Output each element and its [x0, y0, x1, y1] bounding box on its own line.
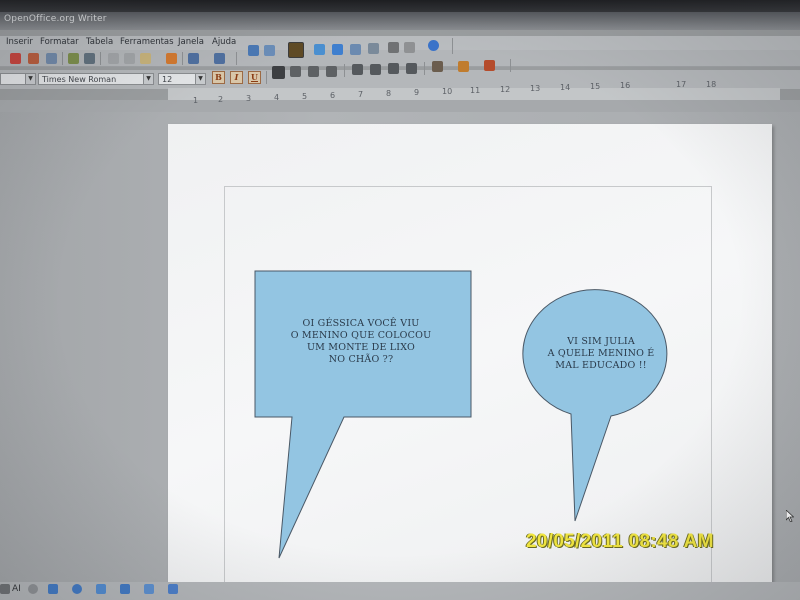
- balloon-line: UM MONTE DE LIXO: [306, 342, 416, 353]
- speech-balloons: [254, 270, 668, 559]
- balloon-line: O MENINO QUE COLOCOU: [290, 330, 432, 341]
- callouts-icon[interactable]: [144, 584, 154, 594]
- select-arrow-icon[interactable]: [0, 584, 10, 594]
- balloon-line: A QUELE MENINO É: [547, 348, 655, 359]
- balloon-line: OI GÉSSICA VOCÊ VIU: [302, 318, 420, 329]
- round-speech-balloon[interactable]: [522, 289, 668, 522]
- camera-timestamp: 20/05/2011 08:48 AM: [526, 531, 714, 552]
- stars-icon[interactable]: [168, 584, 178, 594]
- basic-shapes-icon[interactable]: [48, 584, 58, 594]
- balloon-line: VI SIM JULIA: [567, 336, 635, 347]
- mouse-pointer-icon: [786, 510, 794, 522]
- right-balloon-text[interactable]: VI SIM JULIA A QUELE MENINO É MAL EDUCAD…: [542, 336, 660, 372]
- block-arrows-icon[interactable]: [96, 584, 106, 594]
- balloon-line: NO CHÃO ??: [328, 354, 394, 365]
- left-balloon-text[interactable]: OI GÉSSICA VOCÊ VIU O MENINO QUE COLOCOU…: [266, 318, 456, 366]
- callout-icon[interactable]: [28, 584, 38, 594]
- text-tool[interactable]: AI: [12, 584, 21, 594]
- symbol-shapes-icon[interactable]: [72, 584, 82, 594]
- balloon-line: MAL EDUCADO !!: [555, 360, 647, 371]
- rectangular-speech-balloon[interactable]: [254, 270, 472, 559]
- flowchart-icon[interactable]: [120, 584, 130, 594]
